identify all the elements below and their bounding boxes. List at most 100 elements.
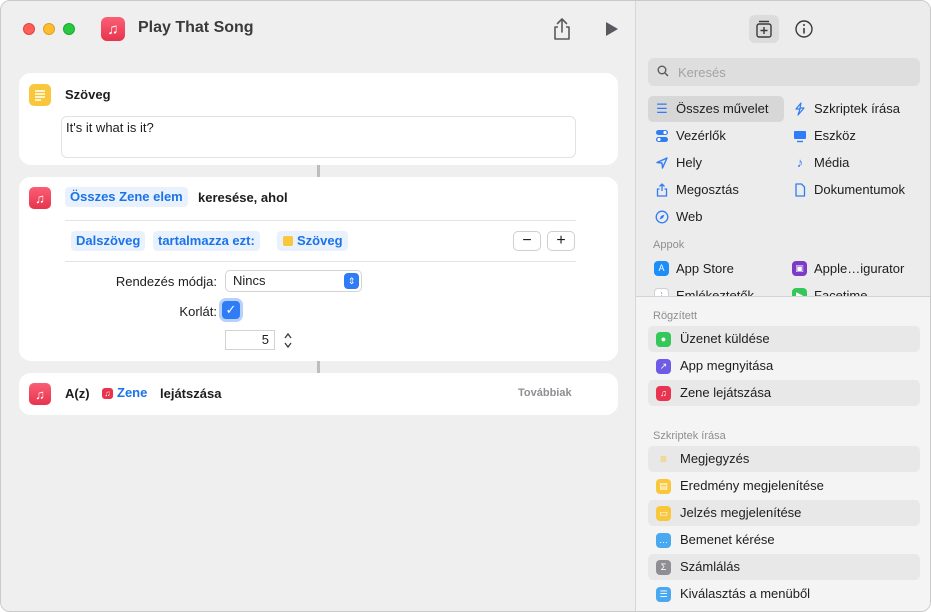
filter-operator-token[interactable]: tartalmazza ezt:	[153, 231, 260, 251]
app-item-reminders[interactable]: ⋮ Emlékeztetők	[648, 283, 784, 296]
action-label: Jelzés megjelenítése	[680, 505, 802, 520]
category-sharing[interactable]: Megosztás	[648, 177, 784, 203]
list-icon: ☰	[656, 101, 668, 116]
compass-icon	[655, 210, 669, 224]
alert-icon: ▭	[656, 506, 671, 521]
pinned-section-heading: Rögzített	[653, 310, 698, 322]
action-label: Megjegyzés	[680, 451, 750, 466]
configurator-icon: ▣	[792, 261, 807, 276]
toggle-icon	[655, 129, 669, 143]
category-all-actions[interactable]: ☰ Összes művelet	[648, 96, 784, 122]
action-label: Eredmény megjelenítése	[680, 478, 824, 493]
shortcut-window: ♫ Play That Song Szöveg It's it what is …	[0, 0, 931, 612]
action-connector	[317, 165, 320, 177]
action-show-alert[interactable]: ▭ Jelzés megjelenítése	[648, 500, 920, 526]
limit-checkbox[interactable]: ✓	[222, 301, 240, 319]
library-tab-button[interactable]	[749, 15, 779, 43]
action-comment[interactable]: ≡ Megjegyzés	[648, 446, 920, 472]
share-icon	[655, 183, 669, 197]
filter-field-token[interactable]: Dalszöveg	[71, 231, 146, 251]
library-actions-pane: Rögzített ● Üzenet küldése ↗ App megnyit…	[636, 296, 930, 611]
search-placeholder: Keresés	[678, 65, 726, 80]
action-ask-input[interactable]: … Bemenet kérése	[648, 527, 920, 553]
chevron-updown-icon: ⇕	[344, 273, 359, 289]
ask-input-icon: …	[656, 533, 671, 548]
category-device[interactable]: Eszköz	[786, 123, 926, 149]
limit-label: Korlát:	[179, 304, 217, 319]
shortcut-icon[interactable]: ♫	[101, 17, 125, 41]
minimize-window-button[interactable]	[43, 23, 55, 35]
find-music-action-card[interactable]: ♫ Összes Zene elem keresése, ahol Dalszö…	[19, 177, 618, 361]
play-music-action-card[interactable]: ♫ A(z) ♫ Zene lejátszása Továbbiak	[19, 373, 618, 415]
category-controls[interactable]: Vezérlők	[648, 123, 784, 149]
text-variable-icon	[283, 236, 293, 246]
share-icon[interactable]	[551, 17, 573, 41]
action-count[interactable]: Σ Számlálás	[648, 554, 920, 580]
menu-icon: ☰	[656, 587, 671, 602]
sort-select-value: Nincs	[233, 273, 266, 288]
facetime-icon: ▶	[792, 288, 807, 296]
add-action-library-icon	[756, 20, 772, 38]
category-web[interactable]: Web	[648, 204, 784, 230]
category-label: Hely	[676, 155, 703, 170]
play-action-suffix: lejátszása	[160, 386, 222, 401]
filter-variable-token[interactable]: Szöveg	[277, 231, 348, 251]
category-label: Web	[676, 209, 703, 224]
sort-label: Rendezés módja:	[115, 274, 217, 289]
text-action-icon	[29, 84, 51, 106]
action-open-app[interactable]: ↗ App megnyitása	[648, 353, 920, 379]
category-media[interactable]: ♪ Média	[786, 150, 926, 176]
music-variable-icon: ♫	[102, 388, 113, 399]
music-icon: ♫	[656, 386, 671, 401]
show-more-button[interactable]: Továbbiak	[518, 387, 572, 399]
run-shortcut-icon[interactable]	[605, 21, 619, 37]
category-label: Szkriptek írása	[814, 101, 900, 116]
category-label: Eszköz	[814, 128, 856, 143]
location-icon	[655, 156, 669, 170]
action-library: Keresés ☰ Összes művelet Vezérlők Hely M…	[635, 1, 930, 611]
action-show-result[interactable]: ▤ Eredmény megjelenítése	[648, 473, 920, 499]
library-categories-pane: Keresés ☰ Összes művelet Vezérlők Hely M…	[636, 1, 930, 296]
zoom-window-button[interactable]	[63, 23, 75, 35]
category-label: Vezérlők	[676, 128, 726, 143]
stepper-arrows-icon	[284, 332, 292, 349]
action-choose-from-menu[interactable]: ☰ Kiválasztás a menüből	[648, 581, 920, 607]
action-send-message[interactable]: ● Üzenet küldése	[648, 326, 920, 352]
count-icon: Σ	[656, 560, 671, 575]
open-app-icon: ↗	[656, 359, 671, 374]
app-label: Emlékeztetők	[676, 288, 755, 296]
close-window-button[interactable]	[23, 23, 35, 35]
app-item-facetime[interactable]: ▶ Facetime	[786, 283, 926, 296]
limit-number-field[interactable]: 5	[225, 330, 275, 350]
find-action-title: keresése, ahol	[198, 190, 288, 205]
music-variable-token[interactable]: ♫ Zene	[99, 383, 153, 403]
search-field[interactable]: Keresés	[648, 58, 920, 86]
window-title[interactable]: Play That Song	[138, 19, 254, 37]
action-label: Zene lejátszása	[680, 385, 772, 400]
category-scripting[interactable]: Szkriptek írása	[786, 96, 926, 122]
action-play-music[interactable]: ♫ Zene lejátszása	[648, 380, 920, 406]
filter-row: Dalszöveg tartalmazza ezt: Szöveg − +	[65, 220, 576, 262]
limit-stepper[interactable]	[281, 330, 295, 351]
play-action-prefix: A(z)	[65, 386, 90, 401]
text-action-card[interactable]: Szöveg It's it what is it?	[19, 73, 618, 165]
all-music-items-token[interactable]: Összes Zene elem	[65, 187, 188, 207]
app-label: App Store	[676, 261, 734, 276]
category-documents[interactable]: Dokumentumok	[786, 177, 926, 203]
reminders-icon: ⋮	[654, 288, 669, 296]
action-label: Üzenet küldése	[680, 331, 770, 346]
music-note-icon: ♪	[796, 155, 804, 170]
title-bar: ♫ Play That Song	[1, 1, 635, 57]
add-filter-button[interactable]: +	[547, 231, 575, 251]
app-item-configurator[interactable]: ▣ Apple…igurator	[786, 256, 926, 282]
remove-filter-button[interactable]: −	[513, 231, 541, 251]
details-tab-button[interactable]	[789, 15, 819, 43]
action-connector	[317, 361, 320, 373]
text-action-input[interactable]: It's it what is it?	[61, 116, 576, 158]
action-label: Számlálás	[680, 559, 740, 574]
sort-select[interactable]: Nincs ⇕	[225, 270, 362, 292]
music-action-icon: ♫	[29, 187, 51, 209]
messages-icon: ●	[656, 332, 671, 347]
category-location[interactable]: Hely	[648, 150, 784, 176]
app-item-app-store[interactable]: A App Store	[648, 256, 784, 282]
